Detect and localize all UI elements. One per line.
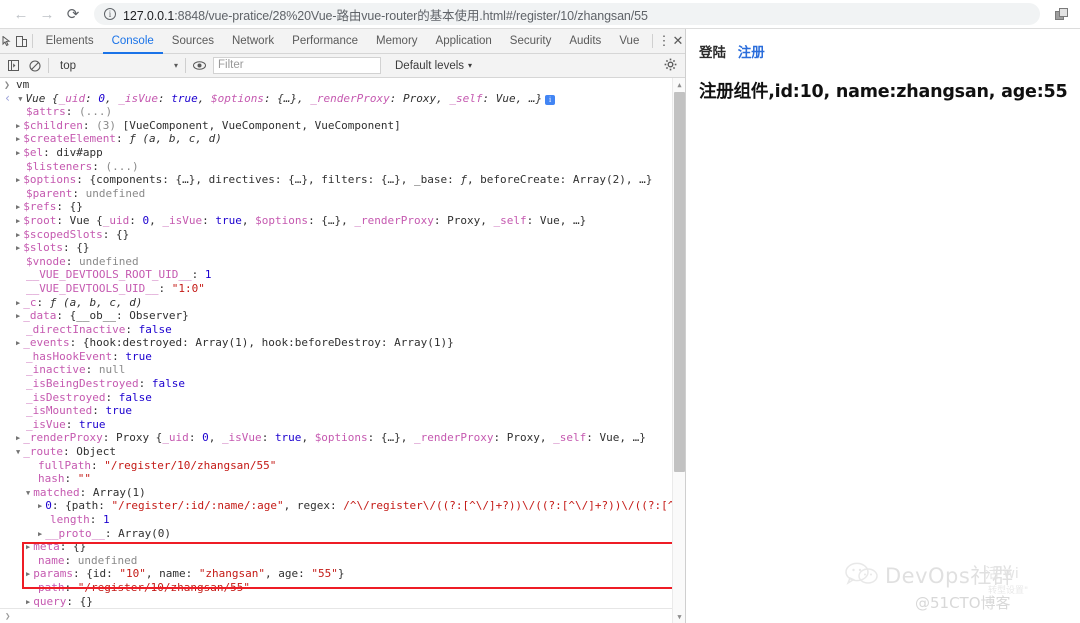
console-line[interactable]: $slots: {} [0,241,672,255]
console-output[interactable]: vm Vue {_uid: 0, _isVue: true, $options:… [0,78,685,623]
console-line: _isDestroyed: false [26,390,152,404]
log-levels-select[interactable]: Default levels ▾ [395,60,472,72]
console-line[interactable]: __proto__: Array(0) [0,527,672,541]
devtools-tabbar: Elements Console Sources Network Perform… [0,29,685,54]
nav-link-login[interactable]: 登陆 [699,45,726,61]
console-scroll-area: vm Vue {_uid: 0, _isVue: true, $options:… [0,78,685,623]
back-icon[interactable]: ← [8,1,34,27]
console-line: _inactive: null [26,363,126,377]
console-scrollbar[interactable]: ▲ ▼ [672,78,685,623]
clear-console-icon[interactable] [24,54,45,77]
execution-context-value: top [60,59,76,72]
console-line: _directInactive: false [26,322,172,336]
console-line: _hasHookEvent: true [26,349,152,363]
console-line-toggle[interactable]: Vue {_uid: 0, _isVue: true, $options: {…… [18,92,556,105]
toolbar-divider-3 [185,58,186,73]
console-line: $parent: undefined [26,186,146,200]
console-line: $vnode: undefined [26,254,139,268]
url-text: 127.0.0.1:8848/vue-pratice/28%20Vue-路由vu… [123,5,648,24]
url-host: 127.0.0.1 [123,8,175,23]
page-preview: 登陆 注册 注册组件,id:10, name:zhangsan, age:55 [687,29,1080,623]
page-nav: 登陆 注册 [699,41,1080,61]
tabbar-right-divider [652,34,653,48]
console-line[interactable]: $children: (3) [VueComponent, VueCompone… [0,119,672,133]
page-heading: 注册组件,id:10, name:zhangsan, age:55 [699,82,1068,102]
tab-application[interactable]: Application [427,29,501,54]
tab-security[interactable]: Security [501,29,561,54]
console-line[interactable]: $refs: {} [0,200,672,214]
tab-memory[interactable]: Memory [367,29,427,54]
scrollbar-thumb[interactable] [674,92,685,472]
screen-root: ← → ⟳ i 127.0.0.1:8848/vue-pratice/28%20… [0,0,1080,623]
console-filter-input[interactable]: Filter [213,57,381,74]
console-line[interactable]: $el: div#app [0,146,672,160]
chevron-down-icon: ▾ [173,61,178,70]
tab-sources[interactable]: Sources [163,29,223,54]
console-line[interactable]: $root: Vue {_uid: 0, _isVue: true, $opti… [0,214,672,228]
execution-context-select[interactable]: top ▾ [56,57,182,75]
console-line: hash: "" [38,472,91,486]
toggle-device-toolbar-icon[interactable] [14,29,28,53]
console-line: _isVue: true [26,417,106,431]
console-line[interactable]: _c: ƒ (a, b, c, d) [0,296,672,310]
console-line: _isMounted: true [26,404,132,418]
kebab-menu-icon[interactable]: ⋮ [657,29,671,53]
close-icon[interactable]: ✕ [671,29,685,53]
console-line: $listeners: (...) [26,159,139,173]
site-info-icon[interactable]: i [104,8,116,20]
tab-audits[interactable]: Audits [560,29,610,54]
live-expression-icon[interactable] [189,54,210,77]
settings-gear-icon[interactable] [664,58,677,74]
show-console-sidebar-icon[interactable] [3,54,24,77]
log-levels-value: Default levels [395,59,465,72]
console-line[interactable]: 0: {path: "/register/:id/:name/:age", re… [0,499,685,513]
console-line-list: $attrs: (...)$children: (3) [VueComponen… [0,105,685,623]
scroll-down-icon[interactable]: ▼ [673,610,685,623]
devtools-panel: Elements Console Sources Network Perform… [0,29,686,623]
console-line[interactable]: _renderProxy: Proxy {_uid: 0, _isVue: tr… [0,431,672,445]
console-line[interactable]: $options: {components: {…}, directives: … [0,173,672,187]
console-toolbar: top ▾ Filter Default levels ▾ [0,54,685,78]
toolbar-divider-2 [48,58,49,73]
scroll-up-icon[interactable]: ▲ [673,78,685,91]
console-result-marker: Vue {_uid: 0, _isVue: true, $options: {…… [0,92,672,106]
console-line[interactable]: meta: {} [0,540,672,554]
address-bar[interactable]: i 127.0.0.1:8848/vue-pratice/28%20Vue-路由… [94,3,1040,25]
console-line: name: undefined [38,553,138,567]
console-line: _isBeingDestroyed: false [26,377,185,391]
console-line[interactable]: $createElement: ƒ (a, b, c, d) [0,132,672,146]
inspect-element-icon[interactable] [0,29,14,53]
console-line: __VUE_DEVTOOLS_ROOT_UID__: 1 [26,268,212,282]
tab-console[interactable]: Console [102,29,163,54]
console-line[interactable]: _events: {hook:destroyed: Array(1), hook… [0,336,672,350]
chevron-down-icon-2: ▾ [468,61,473,70]
tab-vue[interactable]: Vue [610,29,648,54]
forward-icon[interactable]: → [34,1,60,27]
browser-toolbar: ← → ⟳ i 127.0.0.1:8848/vue-pratice/28%20… [0,0,1080,29]
console-line[interactable]: _data: {__ob__: Observer} [0,309,672,323]
console-prompt-row[interactable] [0,608,672,623]
tab-performance[interactable]: Performance [283,29,367,54]
tab-elements[interactable]: Elements [37,29,103,54]
console-line[interactable]: query: {} [0,595,672,609]
console-line[interactable]: params: {id: "10", name: "zhangsan", age… [0,567,672,581]
console-line: length: 1 [50,513,110,526]
extension-icon[interactable] [1050,3,1072,25]
nav-link-register[interactable]: 注册 [738,45,765,61]
console-input-echo: vm [0,78,672,92]
console-line: $attrs: (...) [26,105,113,119]
console-line[interactable]: _route: Object [0,445,672,459]
toolbar-divider [32,34,33,48]
console-line: __VUE_DEVTOOLS_UID__: "1:0" [26,281,205,295]
reload-icon[interactable]: ⟳ [60,1,86,27]
tab-network[interactable]: Network [223,29,283,54]
console-line: fullPath: "/register/10/zhangsan/55" [38,458,277,472]
console-line[interactable]: matched: Array(1) [0,486,672,500]
console-line: path: "/register/10/zhangsan/55" [38,580,250,594]
url-path: :8848/vue-pratice/28%20Vue-路由vue-router的… [174,8,648,23]
console-line[interactable]: $scopedSlots: {} [0,228,672,242]
